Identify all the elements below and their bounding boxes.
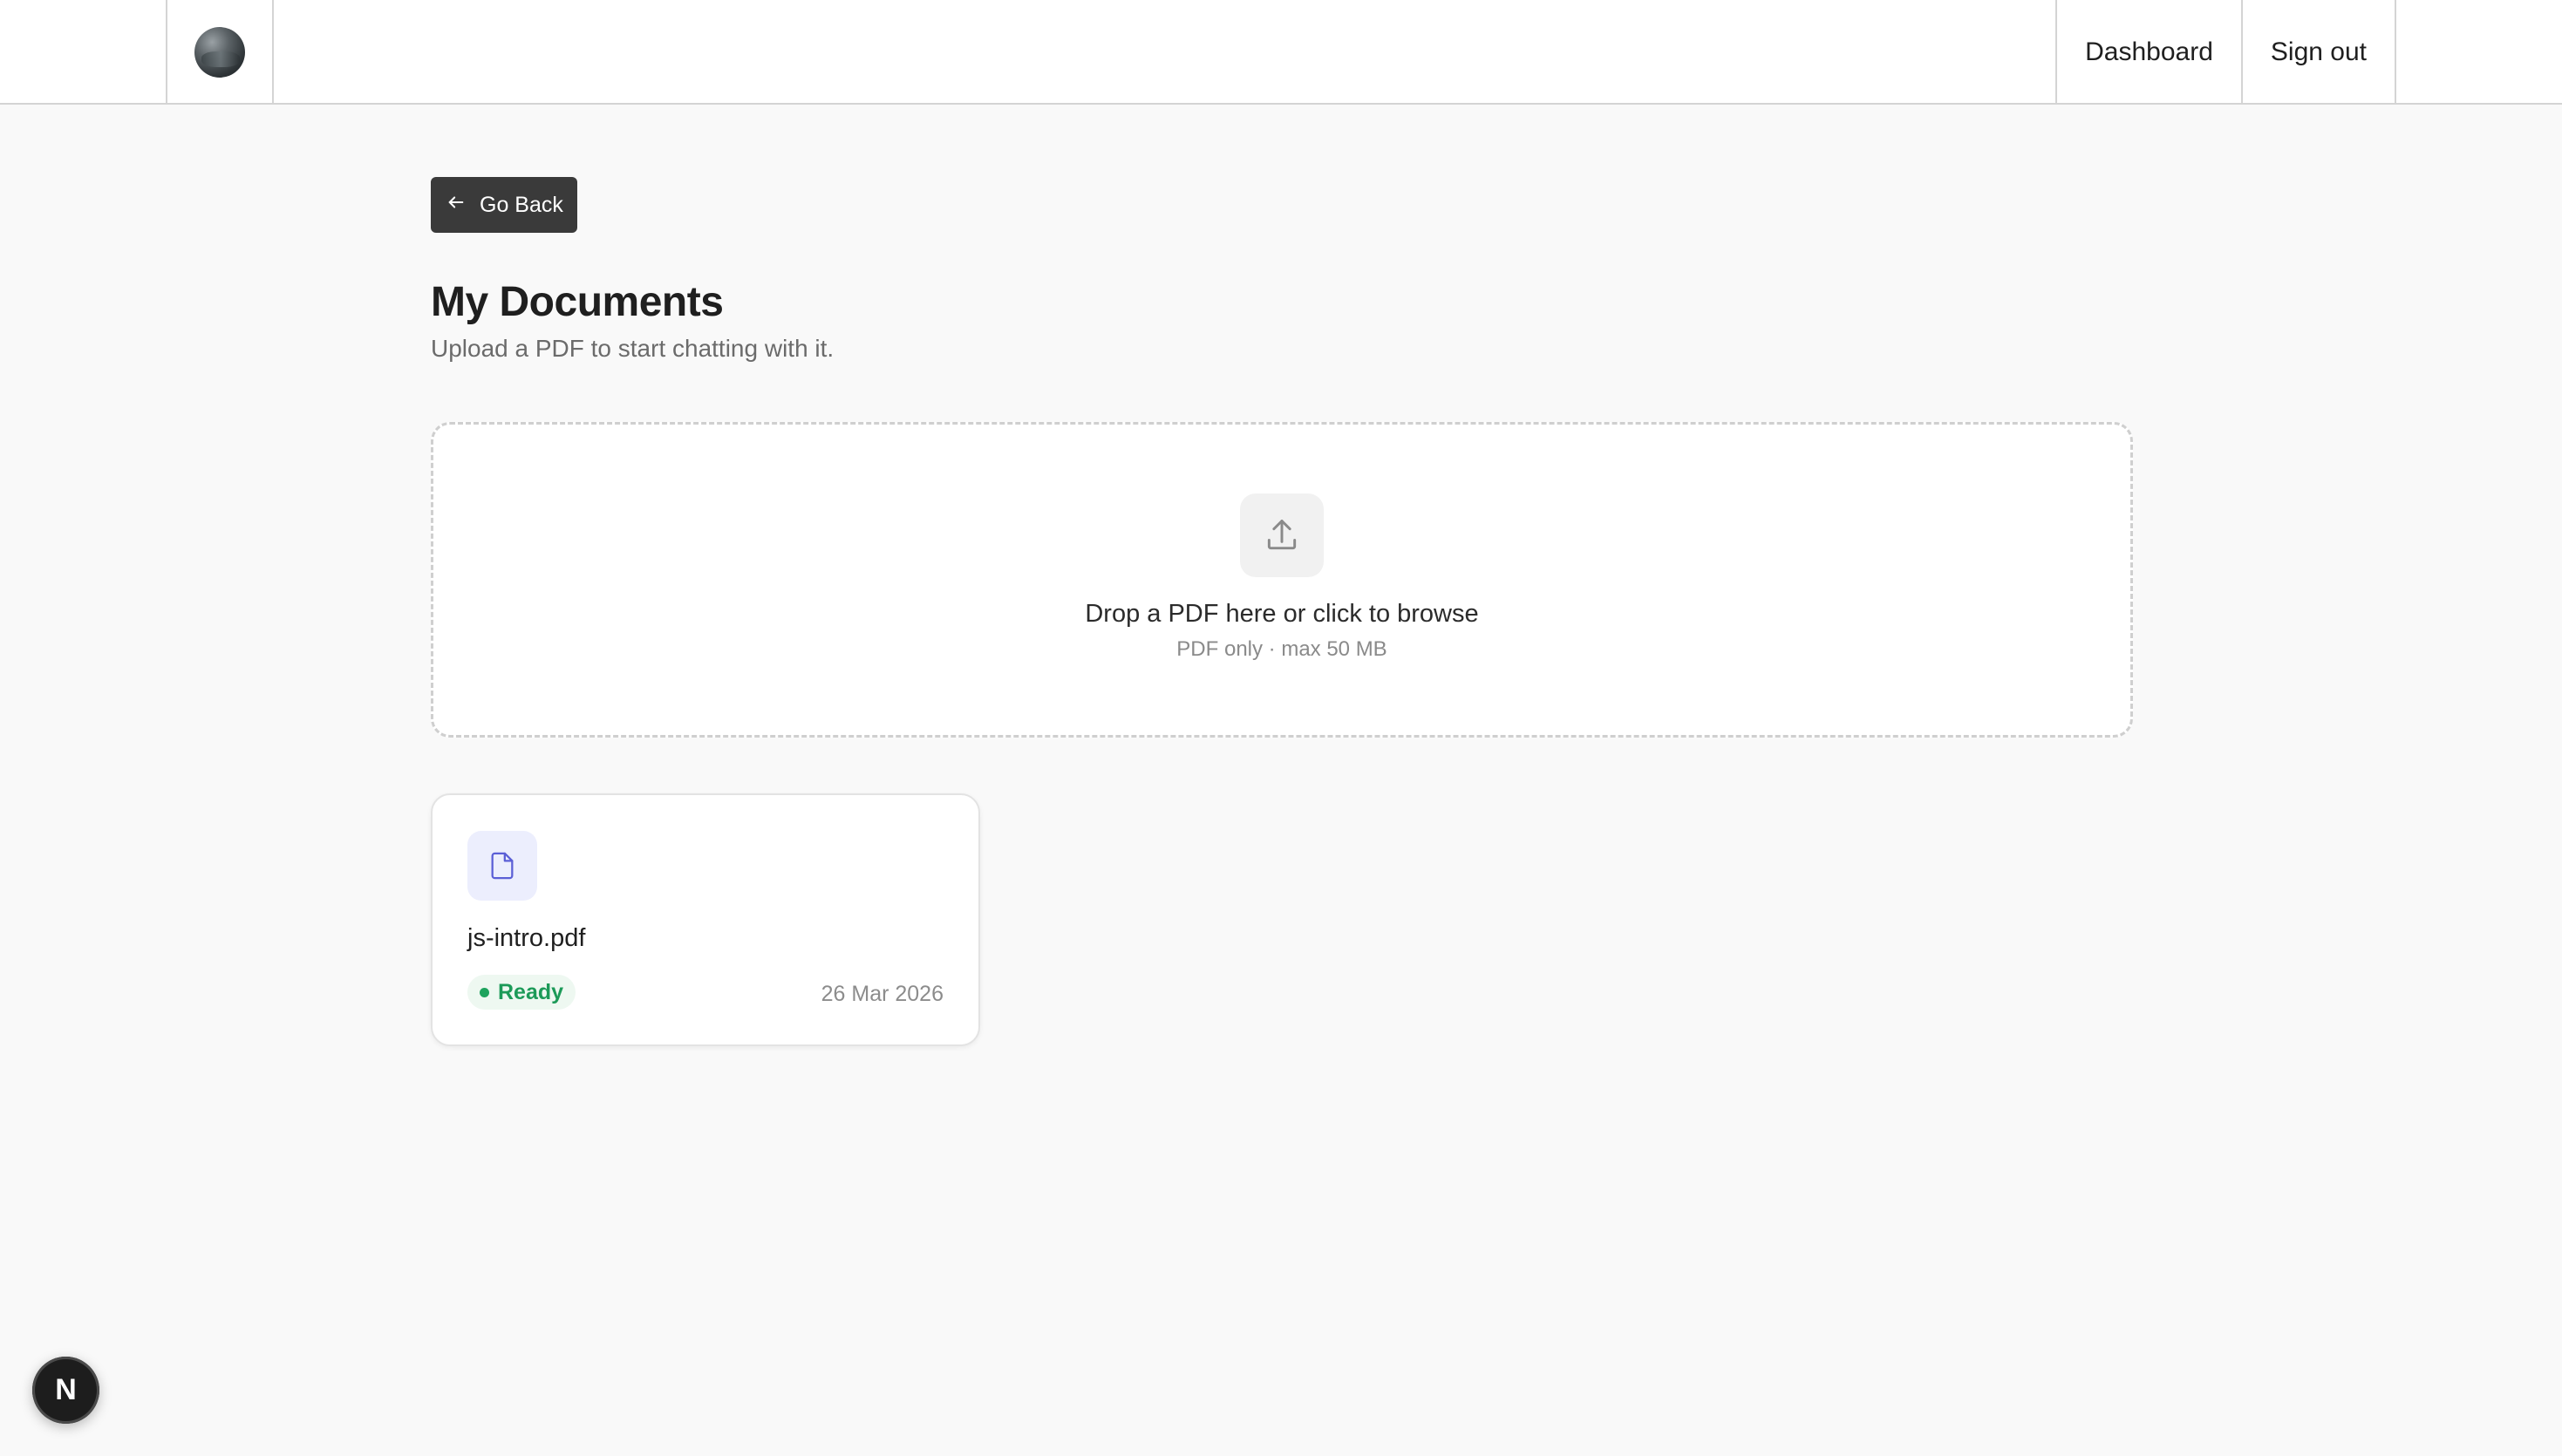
dropzone-hint: PDF only · max 50 MB xyxy=(1176,637,1387,661)
main-content: Go Back My Documents Upload a PDF to sta… xyxy=(431,177,2133,1046)
dropzone-title: Drop a PDF here or click to browse xyxy=(1085,600,1479,628)
file-icon xyxy=(467,831,537,901)
go-back-button[interactable]: Go Back xyxy=(431,177,577,233)
nav-sign-out-link[interactable]: Sign out xyxy=(2240,0,2396,105)
go-back-label: Go Back xyxy=(480,192,563,217)
document-name: js-intro.pdf xyxy=(467,924,586,952)
status-dot-icon xyxy=(480,987,489,997)
top-nav: Dashboard Sign out xyxy=(2055,0,2396,105)
page-subtitle: Upload a PDF to start chatting with it. xyxy=(431,335,835,362)
nav-dashboard-link[interactable]: Dashboard xyxy=(2055,0,2241,105)
document-date: 26 Mar 2026 xyxy=(821,982,944,1006)
arrow-left-icon xyxy=(446,193,466,218)
nextjs-dev-icon[interactable]: N xyxy=(32,1357,99,1424)
page-title: My Documents xyxy=(431,279,724,325)
upload-icon xyxy=(1240,493,1324,577)
logo-cell[interactable] xyxy=(166,0,274,105)
dev-badge-letter: N xyxy=(55,1373,77,1406)
pdf-dropzone[interactable]: Drop a PDF here or click to browse PDF o… xyxy=(431,422,2133,738)
status-badge: Ready xyxy=(467,975,576,1010)
document-card[interactable]: js-intro.pdf Ready 26 Mar 2026 xyxy=(431,793,980,1046)
top-navbar: Dashboard Sign out xyxy=(0,0,2562,105)
status-label: Ready xyxy=(498,979,564,1004)
avatar[interactable] xyxy=(194,27,245,78)
